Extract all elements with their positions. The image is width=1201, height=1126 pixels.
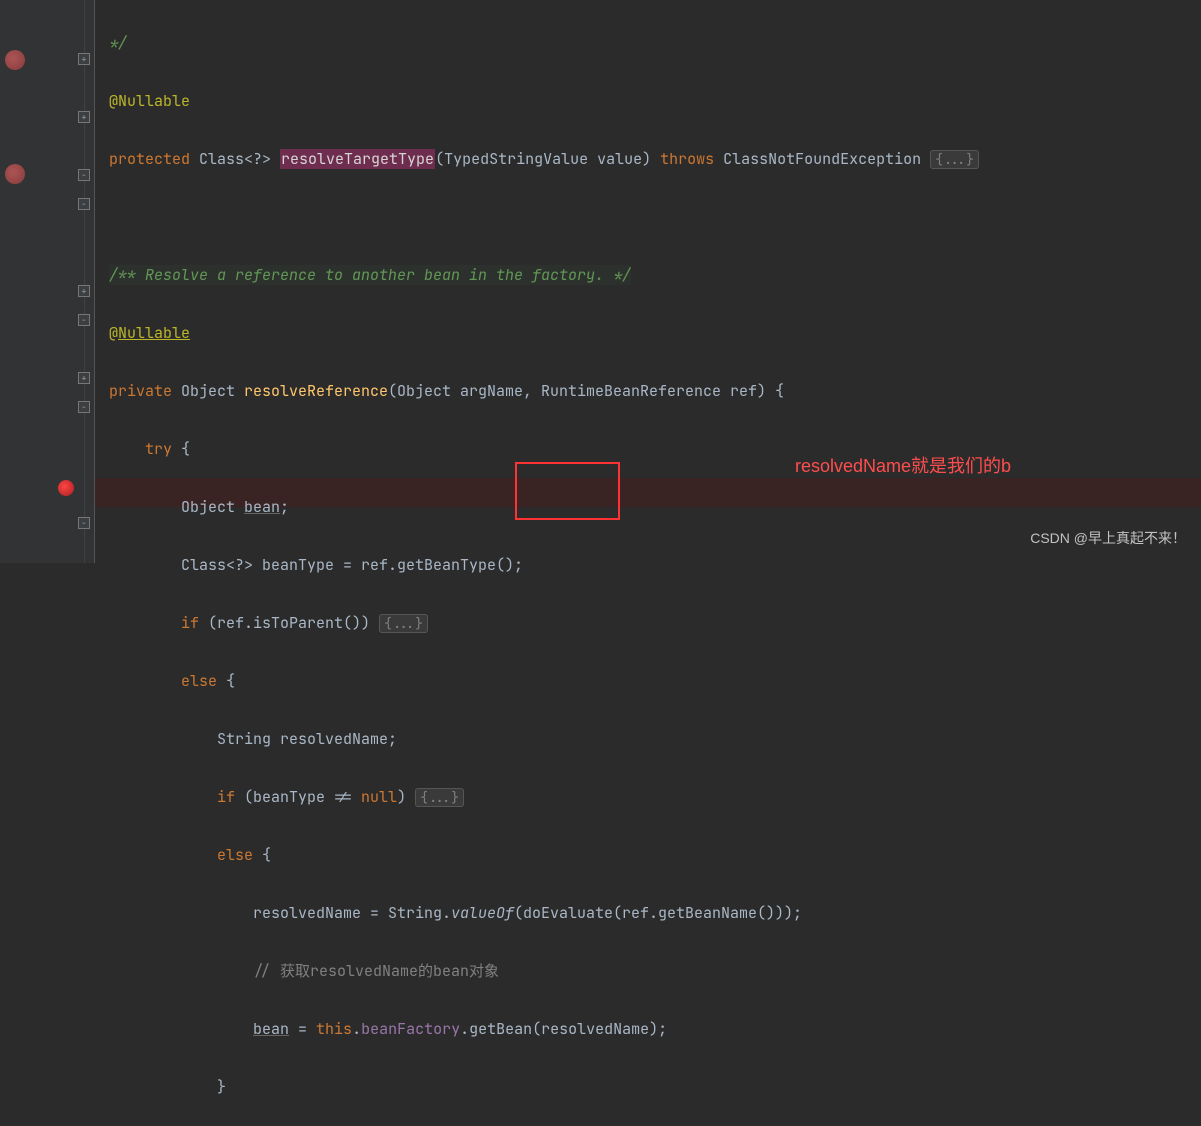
- keyword-private: private: [109, 381, 172, 401]
- dot: .: [352, 1019, 361, 1039]
- doc-comment: /** Resolve a reference to another bean …: [109, 265, 631, 285]
- code-editor[interactable]: */ @Nullable protected Class<?> resolveT…: [95, 0, 1201, 1126]
- exception-type: ClassNotFoundException: [714, 149, 930, 169]
- brace: {: [253, 845, 271, 865]
- code-line: String resolvedName;: [217, 729, 397, 749]
- breakpoint-icon[interactable]: [5, 164, 25, 184]
- keyword-null: null: [361, 787, 397, 807]
- fold-toggle-icon[interactable]: +: [78, 372, 90, 384]
- line-comment: // 获取resolvedName的bean对象: [253, 961, 499, 981]
- watermark: CSDN @早上真起不来！: [1030, 524, 1186, 553]
- return-type: Object: [172, 381, 244, 401]
- breakpoint-icon[interactable]: [58, 480, 74, 496]
- var-bean: bean: [244, 497, 280, 517]
- type: [190, 149, 199, 169]
- var-bean: bean: [253, 1019, 289, 1039]
- params: (TypedStringValue value): [435, 149, 660, 169]
- comment-end: */: [109, 33, 127, 53]
- keyword-if: if: [181, 613, 199, 633]
- code-line: Class<?> beanType = ref.getBeanType();: [181, 555, 523, 575]
- brace-close: }: [217, 1077, 226, 1097]
- annotation: @Nullable: [109, 91, 190, 111]
- fold-guide-line: [84, 0, 85, 563]
- method-name: resolveReference: [244, 381, 388, 401]
- type-object: Object: [181, 497, 244, 517]
- keyword-try: try: [145, 439, 172, 459]
- type-class: Class<?>: [199, 149, 280, 169]
- annotation-red-text: resolvedName就是我们的b: [795, 452, 1011, 481]
- editor-gutter: + + − − + − + − −: [0, 0, 95, 563]
- semicolon: ;: [280, 497, 289, 517]
- static-method: valueOf: [451, 903, 514, 923]
- close-paren: ): [397, 787, 415, 807]
- breakpoint-icon[interactable]: [5, 50, 25, 70]
- fold-toggle-icon[interactable]: −: [78, 517, 90, 529]
- brace: {: [217, 671, 235, 691]
- fold-toggle-icon[interactable]: −: [78, 314, 90, 326]
- keyword-else: else: [217, 845, 253, 865]
- folded-block[interactable]: {...}: [415, 788, 464, 807]
- keyword-else: else: [181, 671, 217, 691]
- annotation-link[interactable]: Nullable: [118, 323, 190, 343]
- method-call: .getBean(resolvedName);: [460, 1019, 667, 1039]
- folded-block[interactable]: {...}: [930, 150, 979, 169]
- condition: (beanType !=: [235, 787, 361, 807]
- code-post: (doEvaluate(ref.getBeanName()));: [514, 903, 802, 923]
- field-beanFactory: beanFactory: [361, 1019, 460, 1039]
- fold-toggle-icon[interactable]: +: [78, 285, 90, 297]
- params: (Object argName, RuntimeBeanReference re…: [388, 381, 784, 401]
- brace: {: [172, 439, 190, 459]
- code-pre: resolvedName = String.: [253, 903, 451, 923]
- condition: (ref.isToParent()): [199, 613, 379, 633]
- fold-toggle-icon[interactable]: −: [78, 198, 90, 210]
- keyword-this: this: [316, 1019, 352, 1039]
- annotation-at: @: [109, 323, 118, 343]
- annotation-red-box: [515, 462, 620, 520]
- fold-toggle-icon[interactable]: −: [78, 401, 90, 413]
- folded-block[interactable]: {...}: [379, 614, 428, 633]
- fold-toggle-icon[interactable]: +: [78, 53, 90, 65]
- keyword-if: if: [217, 787, 235, 807]
- fold-toggle-icon[interactable]: −: [78, 169, 90, 181]
- keyword-protected: protected: [109, 149, 190, 169]
- equals: =: [289, 1019, 316, 1039]
- fold-toggle-icon[interactable]: +: [78, 111, 90, 123]
- keyword-throws: throws: [660, 149, 714, 169]
- method-name-highlighted: resolveTargetType: [280, 149, 435, 169]
